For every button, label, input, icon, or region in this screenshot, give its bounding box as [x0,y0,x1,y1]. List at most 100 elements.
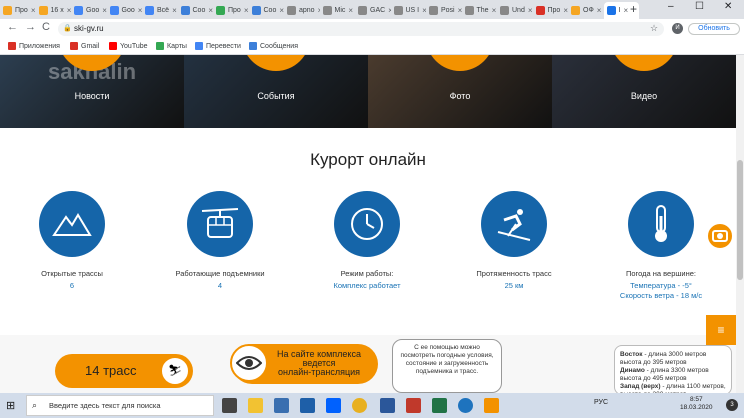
bookmark-label: Приложения [19,42,60,50]
browser-tab[interactable]: Goo × [71,2,107,19]
maximize-button[interactable]: ☐ [695,1,704,12]
page-content: sakhalin Новости События Фото Видео Курорт о… [0,55,736,393]
description-bubble: С ее помощью можно посмотреть погодные у… [392,339,502,393]
tab-label: Про [15,7,28,14]
browser-tab[interactable]: Und × [497,2,533,19]
back-button[interactable]: ← [7,21,18,33]
tab-label: Mic [334,7,346,14]
track-info-row: Динамо - длина 3300 метров высота до 495… [620,367,726,383]
reload-button[interactable]: C [42,21,50,33]
edge-icon[interactable] [458,398,473,413]
chrome-icon[interactable] [352,398,367,413]
windows-start-icon[interactable]: ⊞ [6,399,15,412]
browser-tab[interactable]: Posi × [426,2,462,19]
close-tab-icon[interactable]: × [623,6,628,15]
feature-label: Работающие подъемники [175,269,265,278]
browser-toolbar: ← → C ski-gv.ru 🔒 ☆ И Обновить [0,19,744,38]
media-tile[interactable]: Видео [552,55,736,128]
bookmark-icon [156,42,164,50]
tab-label: Всё [157,7,170,14]
feature-value-1: 4 [217,281,223,290]
bookmark-item[interactable]: Gmail [70,40,99,52]
store-icon[interactable] [274,398,289,413]
media-tile[interactable]: События [184,55,368,128]
media-tile[interactable]: sakhalin Новости [0,55,184,128]
feature-value-1: Комплекс работает [333,281,401,290]
browser-tab[interactable]: GAC× [355,2,391,19]
bookmark-icon [70,42,78,50]
browser-tab[interactable]: Всё × [142,2,178,19]
address-bar[interactable]: ski-gv.ru [58,22,664,36]
tile-title: Новости [74,91,110,101]
feature-circle [334,191,400,257]
page-scrollbar[interactable] [736,55,744,393]
webcam-button[interactable] [706,222,734,250]
new-tab-button[interactable]: + [630,2,637,16]
browser-tab[interactable]: Coo × [249,2,284,19]
update-button[interactable]: Обновить [688,23,740,35]
browser-tab[interactable]: 16 х × [36,2,71,19]
bookmarks-bar: Приложения Gmail YouTube Карты Перевести Сооб… [0,38,744,55]
track-info-row: Восток - длина 3000 метров высота до 395… [620,351,726,367]
bookmark-icon [249,42,257,50]
ski-app-icon[interactable] [484,398,499,413]
taskbar-search-input[interactable]: Введите здесь текст для поиска [26,395,214,416]
word-icon[interactable] [380,398,395,413]
close-tab-icon[interactable]: × [597,6,602,15]
browser-tab[interactable]: Про × [533,2,568,19]
browser-tab[interactable]: Про × [213,2,249,19]
feature-value-2: Скорость ветра - 18 м/с [619,291,703,300]
system-tray-lang[interactable]: РУС [594,399,608,406]
feature-value: 25 км [444,281,584,291]
browser-tab[interactable]: Goo × [107,2,142,19]
browser-tab[interactable]: US I × [391,2,426,19]
app-icon[interactable] [406,398,421,413]
file-explorer-icon[interactable] [248,398,263,413]
scrollbar-thumb[interactable] [737,160,743,280]
dropbox-icon[interactable] [326,398,341,413]
mail-icon[interactable] [300,398,315,413]
bookmark-item[interactable]: YouTube [109,40,148,52]
forward-button[interactable]: → [25,21,36,33]
browser-tab[interactable]: apno× [284,2,320,19]
tab-label: I [618,7,621,14]
media-tile[interactable]: Фото [368,55,552,128]
tab-label: The [476,7,489,14]
browser-tab[interactable]: ОФ × [568,2,604,19]
tile-accent [426,55,494,71]
thermometer-icon [649,204,673,244]
bookmark-item[interactable]: Приложения [8,40,60,52]
browser-tab[interactable]: Mic × [320,2,356,19]
close-tab-icon[interactable]: × [492,6,497,15]
notifications-icon[interactable]: 3 [726,399,738,411]
tab-favicon-icon [500,6,509,15]
skier-icon [494,206,534,242]
feature-value-1: Температура - -5° [630,281,692,290]
profile-avatar[interactable]: И [672,23,683,34]
bookmark-item[interactable]: Перевести [195,40,241,52]
track-name: Восток [620,351,643,358]
bookmark-item[interactable]: Сообщения [249,40,298,52]
side-menu-button[interactable]: ≡ [706,315,736,345]
browser-tab[interactable]: Про × [0,2,36,19]
feature-value: Комплекс работает [297,281,437,291]
tab-favicon-icon [145,6,154,15]
browser-tab[interactable]: The × [462,2,498,19]
minimize-button[interactable]: – [668,1,674,12]
feature-value: Температура - -5° Скорость ветра - 18 м/с [591,281,731,301]
taskbar-clock[interactable]: 8:57 18.03.2020 [680,396,713,412]
tab-label: Posi [441,7,455,14]
feature-label: Открытые трассы [41,269,103,278]
feature-item: Открытые трассы 6 [2,191,142,291]
browser-tab[interactable]: Coo × [178,2,213,19]
tab-label: US I [405,7,420,14]
bookmark-item[interactable]: Карты [156,40,187,52]
task-view-icon[interactable] [222,398,237,413]
excel-icon[interactable] [432,398,447,413]
close-tab-icon[interactable]: × [348,6,353,15]
bookmark-star-icon[interactable]: ☆ [650,23,658,34]
close-window-button[interactable]: ✕ [724,1,732,12]
feature-value-1: 6 [69,281,75,290]
close-tab-icon[interactable]: × [172,6,177,15]
gondola-icon [200,207,240,241]
